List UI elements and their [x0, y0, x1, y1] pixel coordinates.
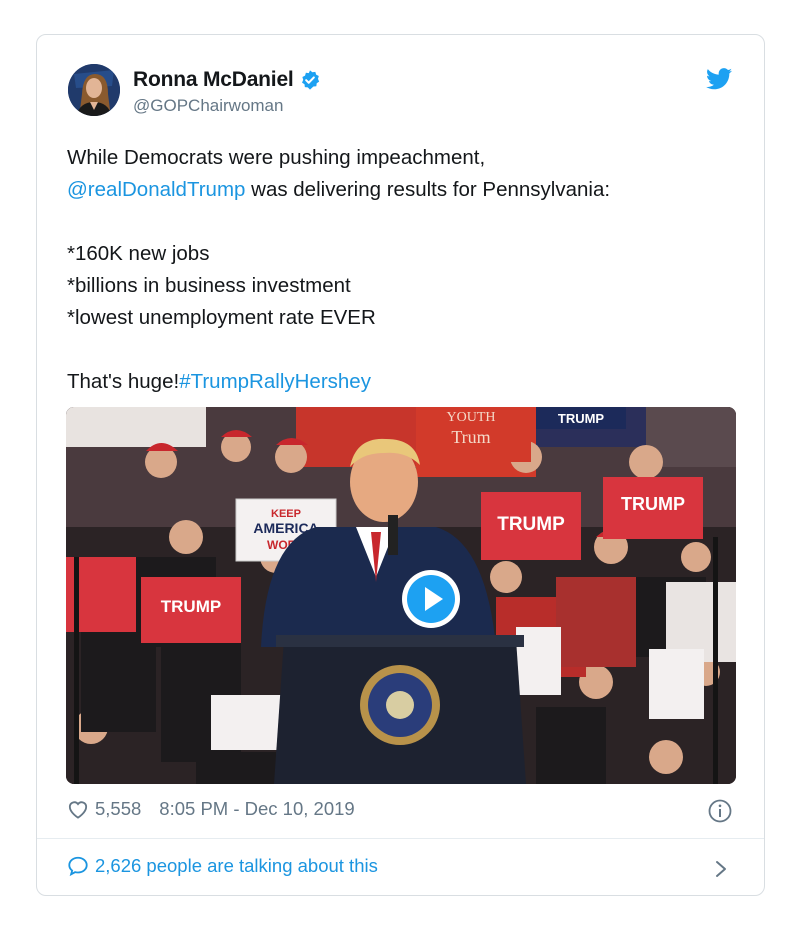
- tweet-meta: 5,558 8:05 PM - Dec 10, 2019: [67, 798, 355, 820]
- svg-text:TRUMP: TRUMP: [497, 514, 565, 535]
- timestamp[interactable]: 8:05 PM - Dec 10, 2019: [159, 798, 354, 820]
- play-button-icon[interactable]: [401, 569, 461, 629]
- bullet-investment: *billions in business investment: [67, 274, 351, 297]
- author-handle[interactable]: @GOPChairwoman: [133, 96, 283, 116]
- bullet-jobs: *160K new jobs: [67, 242, 210, 265]
- author-name-row[interactable]: Ronna McDaniel: [133, 68, 321, 92]
- hashtag-link[interactable]: #TrumpRallyHershey: [179, 370, 371, 393]
- info-icon[interactable]: [708, 799, 732, 823]
- podium: [274, 635, 526, 784]
- svg-text:KEEP: KEEP: [271, 508, 301, 520]
- author-name[interactable]: Ronna McDaniel: [133, 68, 294, 92]
- bullet-unemployment: *lowest unemployment rate EVER: [67, 306, 376, 329]
- tweet-line-1: While Democrats were pushing impeachment…: [67, 146, 486, 169]
- avatar[interactable]: [68, 64, 120, 116]
- talking-count[interactable]: 2,626 people are talking about this: [95, 855, 378, 877]
- svg-text:TRUMP: TRUMP: [621, 494, 685, 514]
- divider: [37, 838, 764, 839]
- tweet-card: Ronna McDaniel @GOPChairwoman While Demo…: [36, 34, 765, 896]
- sign-youth: YOUTH Trum: [421, 407, 531, 462]
- heart-icon[interactable]: [67, 799, 89, 819]
- video-player[interactable]: KEEP AMERICA WORK TRUMP TRUMP TRUMP YOUT…: [66, 407, 736, 784]
- sign-trump-center: TRUMP: [481, 492, 581, 560]
- like-count[interactable]: 5,558: [95, 798, 141, 820]
- conversation-link[interactable]: 2,626 people are talking about this: [67, 855, 378, 877]
- tweet-line-2-text: was delivering results for Pennsylvania:: [245, 178, 611, 201]
- tweet-text: While Democrats were pushing impeachment…: [67, 142, 747, 398]
- tweet-line-2: @realDonaldTrump was delivering results …: [67, 174, 747, 206]
- svg-text:YOUTH: YOUTH: [447, 410, 496, 425]
- tweet-closing: That's huge!#TrumpRallyHershey: [67, 366, 747, 398]
- svg-text:TRUMP: TRUMP: [558, 411, 605, 426]
- svg-text:TRUMP: TRUMP: [161, 597, 221, 616]
- reply-bubble-icon: [68, 856, 88, 877]
- sign-trump-right: TRUMP: [603, 477, 703, 539]
- sign-trump-left: TRUMP: [141, 577, 241, 643]
- svg-text:Trum: Trum: [451, 427, 490, 447]
- verified-badge-icon: [301, 70, 319, 90]
- mention-link[interactable]: @realDonaldTrump: [67, 178, 245, 201]
- chevron-right-icon[interactable]: [714, 859, 728, 879]
- twitter-bird-icon[interactable]: [706, 68, 732, 90]
- closing-text: That's huge!: [67, 370, 180, 393]
